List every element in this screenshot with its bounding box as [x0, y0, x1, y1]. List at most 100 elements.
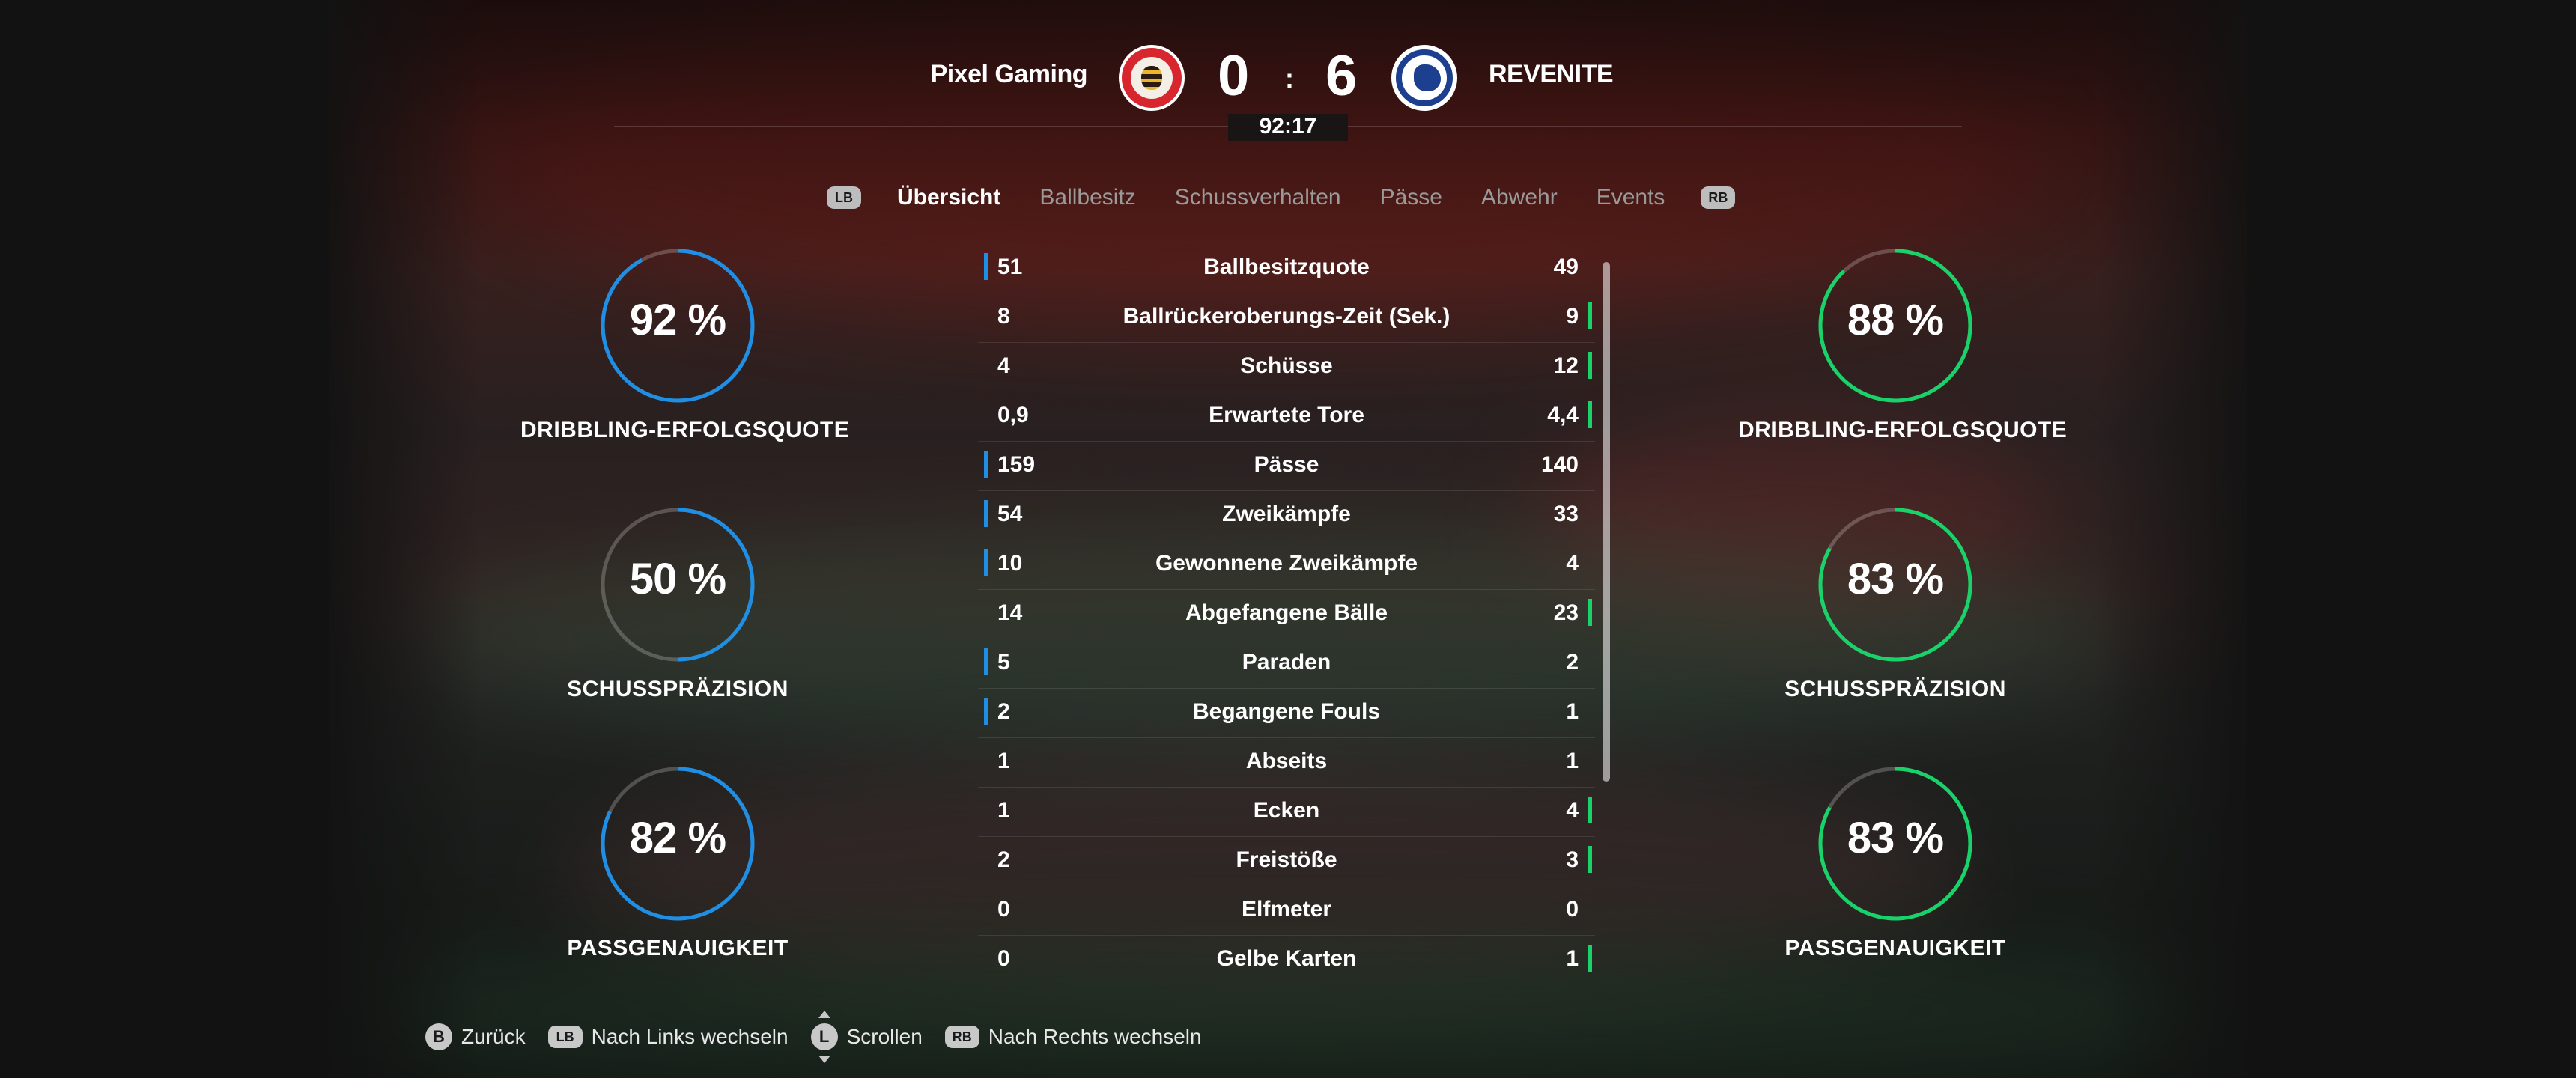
- stat-name: Paraden: [1242, 650, 1331, 674]
- tab-ballbesitz[interactable]: Ballbesitz: [1039, 185, 1135, 210]
- stat-row: 0 Gelbe Karten 1: [978, 936, 1595, 984]
- stat-row: 0,9 Erwartete Tore 4,4: [978, 392, 1595, 442]
- away-leader-marker: [1588, 302, 1592, 329]
- away-team-crest: [1391, 45, 1457, 111]
- left-stick-icon: L: [810, 1011, 838, 1063]
- home-gauge-pass-accuracy-value: 82 %: [629, 814, 726, 862]
- away-leader-marker: [1588, 401, 1592, 428]
- l-stick-button-icon: L: [810, 1023, 838, 1050]
- away-gauge-pass-accuracy-label: PASSGENAUIGKEIT: [1784, 936, 2006, 960]
- stat-name: Abseits: [1245, 749, 1328, 773]
- switch-left-label: Nach Links wechseln: [591, 1025, 789, 1048]
- stat-away-value: 49: [1553, 255, 1579, 279]
- stat-row: 10 Gewonnene Zweikämpfe 4: [978, 540, 1595, 590]
- stat-away-value: 1: [1566, 749, 1579, 773]
- stat-row: 1 Abseits 1: [978, 738, 1595, 788]
- home-score: 0: [1218, 44, 1250, 108]
- back-label: Zurück: [461, 1025, 526, 1048]
- stats-scrollbar-thumb[interactable]: [1603, 262, 1610, 782]
- away-gauge-shot-accuracy: 83 % SCHUSSPRÄZISION: [1738, 506, 2053, 702]
- lb-button-icon[interactable]: LB: [827, 186, 861, 209]
- away-score: 6: [1325, 44, 1358, 108]
- stat-row: 1 Ecken 4: [978, 788, 1595, 837]
- away-gauge-pass-accuracy: 83 % PASSGENAUIGKEIT: [1738, 765, 2053, 961]
- lb-button-icon: LB: [547, 1026, 583, 1048]
- stat-away-value: 0: [1566, 897, 1579, 922]
- switch-right-hint[interactable]: RB Nach Rechts wechseln: [944, 1025, 1202, 1049]
- tab-uebersicht[interactable]: Übersicht: [897, 185, 1000, 210]
- stat-away-value: 12: [1553, 353, 1579, 378]
- stat-name: Gelbe Karten: [1216, 946, 1357, 971]
- tab-events[interactable]: Events: [1597, 185, 1665, 210]
- stat-away-value: 3: [1566, 847, 1579, 872]
- stat-away-value: 1: [1566, 946, 1579, 971]
- home-team-name: Pixel Gaming: [930, 60, 1088, 88]
- stat-name: Ecken: [1253, 798, 1320, 823]
- stat-name: Abgefangene Bälle: [1185, 600, 1388, 625]
- home-gauge-pass-accuracy-label: PASSGENAUIGKEIT: [567, 936, 789, 960]
- home-gauge-shot-accuracy: 50 % SCHUSSPRÄZISION: [520, 506, 835, 702]
- stat-name: Pässe: [1254, 452, 1319, 477]
- rb-button-icon[interactable]: RB: [1701, 186, 1736, 209]
- away-gauge-pass-accuracy-value: 83 %: [1847, 814, 1944, 862]
- stat-name: Zweikämpfe: [1222, 502, 1351, 526]
- away-leader-marker: [1588, 599, 1592, 626]
- away-leader-marker: [1588, 797, 1592, 823]
- home-gauge-dribbling: 92 % DRIBBLING-ERFOLGSQUOTE: [520, 247, 850, 443]
- stat-row: 0 Elfmeter 0: [978, 886, 1595, 936]
- home-gauge-dribbling-value: 92 %: [629, 296, 726, 344]
- stat-name: Gewonnene Zweikämpfe: [1155, 551, 1418, 576]
- stat-row: 14 Abgefangene Bälle 23: [978, 590, 1595, 639]
- stat-away-value: 4: [1566, 798, 1579, 823]
- tab-paesse[interactable]: Pässe: [1380, 185, 1442, 210]
- back-hint[interactable]: B Zurück: [425, 1023, 526, 1050]
- stat-row: 2 Freistöße 3: [978, 837, 1595, 886]
- stat-name: Begangene Fouls: [1192, 699, 1381, 724]
- score-separator: :: [1285, 63, 1294, 94]
- stat-row: 2 Begangene Fouls 1: [978, 689, 1595, 738]
- stats-scrollbar[interactable]: [1603, 262, 1610, 782]
- scroll-hint[interactable]: L Scrollen: [810, 1011, 923, 1063]
- arrow-down-icon: [818, 1056, 830, 1063]
- stat-away-value: 4: [1566, 551, 1579, 576]
- stat-name: Erwartete Tore: [1209, 403, 1364, 427]
- switch-left-hint[interactable]: LB Nach Links wechseln: [547, 1025, 789, 1049]
- away-gauge-shot-accuracy-value: 83 %: [1847, 555, 1944, 603]
- home-team-crest: [1119, 45, 1185, 111]
- tab-schussverhalten[interactable]: Schussverhalten: [1175, 185, 1341, 210]
- switch-right-label: Nach Rechts wechseln: [988, 1025, 1202, 1048]
- home-gauge-pass-accuracy: 82 % PASSGENAUIGKEIT: [520, 765, 835, 961]
- stat-name: Ballbesitzquote: [1203, 255, 1370, 279]
- away-gauge-shot-accuracy-label: SCHUSSPRÄZISION: [1784, 677, 2006, 701]
- stat-row: 159 Pässe 140: [978, 442, 1595, 491]
- b-button-icon: B: [425, 1023, 452, 1050]
- stat-away-value: 2: [1566, 650, 1579, 674]
- stat-away-value: 1: [1566, 699, 1579, 724]
- scroll-label: Scrollen: [846, 1025, 923, 1048]
- stat-name: Elfmeter: [1241, 897, 1332, 922]
- rb-button-icon: RB: [944, 1026, 979, 1048]
- stat-name: Schüsse: [1240, 353, 1333, 378]
- stat-away-value: 23: [1553, 600, 1579, 625]
- match-clock: 92:17: [1259, 114, 1317, 138]
- home-gauge-shot-accuracy-value: 50 %: [629, 555, 726, 603]
- home-gauge-shot-accuracy-label: SCHUSSPRÄZISION: [567, 677, 789, 701]
- away-leader-marker: [1588, 846, 1592, 873]
- tab-abwehr[interactable]: Abwehr: [1481, 185, 1558, 210]
- stat-away-value: 140: [1540, 452, 1579, 477]
- stat-away-value: 4,4: [1547, 403, 1579, 427]
- arrow-up-icon: [818, 1011, 830, 1018]
- stat-row: 4 Schüsse 12: [978, 343, 1595, 392]
- away-gauge-dribbling-label: DRIBBLING-ERFOLGSQUOTE: [1738, 418, 2068, 442]
- stat-name: Freistöße: [1236, 847, 1337, 872]
- stat-name: Ballrückeroberungs-Zeit (Sek.): [1123, 304, 1450, 329]
- away-leader-marker: [1588, 945, 1592, 972]
- stat-row: 5 Paraden 2: [978, 639, 1595, 689]
- stat-away-value: 9: [1566, 304, 1579, 329]
- stats-table[interactable]: 51 Ballbesitzquote 49 8 Ballrückeroberungs-…: [978, 244, 1595, 984]
- stats-tab-bar: LB Übersicht Ballbesitz Schussverhalten …: [827, 180, 1736, 216]
- home-gauge-dribbling-label: DRIBBLING-ERFOLGSQUOTE: [520, 418, 850, 442]
- stat-row: 51 Ballbesitzquote 49: [978, 244, 1595, 293]
- button-hints-bar: B Zurück LB Nach Links wechseln L Scroll…: [425, 1011, 1224, 1063]
- away-gauge-dribbling-value: 88 %: [1847, 296, 1944, 344]
